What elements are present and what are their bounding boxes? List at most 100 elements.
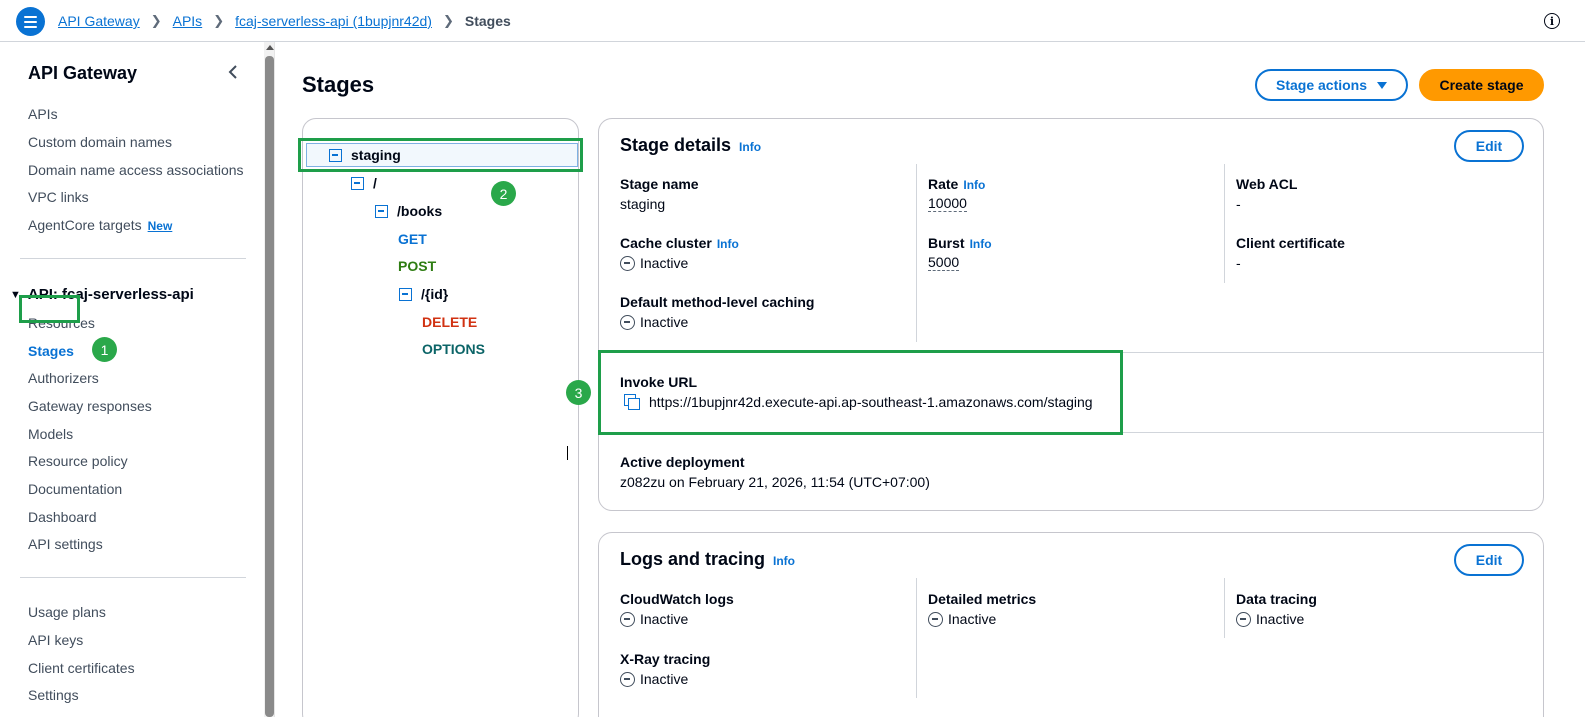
- label-text: Cache cluster: [620, 235, 712, 251]
- status-text: Inactive: [640, 671, 689, 687]
- tree-method-delete[interactable]: DELETE: [422, 314, 477, 330]
- column-divider: [916, 578, 917, 698]
- breadcrumb-api-gateway[interactable]: API Gateway: [58, 13, 140, 29]
- cache-cluster-label: Cache cluster Info: [620, 235, 739, 251]
- sidebar-item-stages[interactable]: Stages: [28, 343, 74, 359]
- sidebar-item-domain-name-access[interactable]: Domain name access associations: [28, 162, 244, 178]
- burst-value-text: 5000: [928, 254, 960, 271]
- sidebar-item-authorizers[interactable]: Authorizers: [28, 370, 99, 386]
- tree-item-label: /: [373, 175, 377, 191]
- breadcrumb-apis[interactable]: APIs: [173, 13, 203, 29]
- xray-tracing-label: X-Ray tracing: [620, 651, 711, 667]
- status-text: Inactive: [640, 255, 689, 271]
- tree-item-root[interactable]: /: [351, 175, 377, 191]
- edit-stage-button[interactable]: Edit: [1454, 130, 1524, 162]
- tree-item-books[interactable]: /books: [375, 203, 442, 219]
- top-navigation-bar: API Gateway ❯ APIs ❯ fcaj-serverless-api…: [0, 0, 1585, 42]
- sidebar-item-documentation[interactable]: Documentation: [28, 481, 122, 497]
- sidebar-item-agentcore-targets[interactable]: AgentCore targets New: [28, 217, 172, 233]
- menu-icon[interactable]: [16, 7, 45, 36]
- column-divider: [916, 164, 917, 342]
- sidebar-item-resource-policy[interactable]: Resource policy: [28, 453, 128, 469]
- default-caching-value: Inactive: [620, 314, 688, 330]
- status-inactive-icon: [620, 314, 635, 330]
- data-tracing-label: Data tracing: [1236, 591, 1317, 607]
- sidebar-item-api-keys[interactable]: API keys: [28, 632, 83, 648]
- sidebar-title: API Gateway: [28, 63, 138, 83]
- sidebar-item-vpc-links[interactable]: VPC links: [28, 189, 89, 205]
- sidebar-divider: [20, 258, 246, 259]
- rate-label: Rate Info: [928, 176, 985, 192]
- collapse-icon[interactable]: [375, 204, 388, 218]
- status-inactive-icon: [620, 611, 635, 627]
- edit-logs-button[interactable]: Edit: [1454, 544, 1524, 576]
- info-icon[interactable]: i: [1544, 13, 1560, 29]
- new-badge: New: [147, 219, 173, 233]
- collapse-icon[interactable]: [399, 287, 412, 301]
- info-link[interactable]: Info: [717, 237, 739, 251]
- tree-method-options[interactable]: OPTIONS: [422, 341, 485, 357]
- annotation-badge-1: 1: [92, 337, 117, 362]
- sidebar-item-settings[interactable]: Settings: [28, 687, 79, 703]
- collapse-icon[interactable]: [351, 176, 364, 190]
- rate-value: 10000: [928, 196, 967, 212]
- info-link[interactable]: Info: [739, 140, 761, 154]
- sidebar-item-client-certificates[interactable]: Client certificates: [28, 660, 135, 676]
- active-deployment-label: Active deployment: [620, 454, 745, 470]
- sidebar-item-apis[interactable]: APIs: [28, 106, 58, 122]
- status-text: Inactive: [1256, 611, 1305, 627]
- label-text: Burst: [928, 235, 965, 251]
- label-text: Rate: [928, 176, 959, 192]
- sidebar-item-custom-domain-names[interactable]: Custom domain names: [28, 134, 172, 150]
- highlight-box-stages: [19, 295, 80, 323]
- web-acl-value: -: [1236, 196, 1241, 212]
- text-cursor: [567, 446, 569, 460]
- column-divider: [1224, 578, 1225, 638]
- tree-item-label: /books: [397, 203, 443, 219]
- annotation-badge-3: 3: [566, 380, 591, 405]
- sidebar-item-usage-plans[interactable]: Usage plans: [28, 604, 106, 620]
- stage-name-label: Stage name: [620, 176, 699, 192]
- status-text: Inactive: [640, 611, 689, 627]
- tree-item-id[interactable]: /{id}: [399, 286, 448, 302]
- chevron-right-icon: ❯: [442, 13, 454, 28]
- sidebar-item-label: AgentCore targets: [28, 217, 142, 233]
- info-link[interactable]: Info: [970, 237, 992, 251]
- highlight-box-staging: [298, 138, 583, 172]
- stage-details-title: Stage details Info: [620, 135, 761, 156]
- collapse-sidebar-icon[interactable]: [226, 64, 240, 80]
- status-inactive-icon: [1236, 611, 1251, 627]
- sidebar-item-api-settings[interactable]: API settings: [28, 536, 103, 552]
- info-link[interactable]: Info: [773, 554, 795, 568]
- status-text: Inactive: [948, 611, 997, 627]
- column-divider: [1224, 164, 1225, 283]
- stage-actions-button[interactable]: Stage actions: [1255, 69, 1408, 101]
- create-stage-button[interactable]: Create stage: [1419, 69, 1544, 101]
- annotation-badge-2: 2: [491, 181, 516, 206]
- client-certificate-value: -: [1236, 255, 1241, 271]
- tree-method-get[interactable]: GET: [398, 231, 427, 247]
- rate-value-text: 10000: [928, 195, 967, 212]
- logs-tracing-title: Logs and tracing Info: [620, 549, 795, 570]
- scrollbar-thumb[interactable]: [265, 56, 274, 717]
- status-inactive-icon: [620, 671, 635, 687]
- scroll-up-icon[interactable]: [266, 45, 274, 50]
- xray-tracing-value: Inactive: [620, 671, 688, 687]
- card-title-text: Logs and tracing: [620, 549, 766, 569]
- sidebar-scrollbar[interactable]: [264, 42, 275, 717]
- breadcrumb-api[interactable]: fcaj-serverless-api (1bupjnr42d): [235, 13, 432, 29]
- data-tracing-value: Inactive: [1236, 611, 1304, 627]
- sidebar-item-gateway-responses[interactable]: Gateway responses: [28, 398, 152, 414]
- sidebar-item-dashboard[interactable]: Dashboard: [28, 509, 97, 525]
- tree-method-post[interactable]: POST: [398, 258, 436, 274]
- breadcrumb-current: Stages: [464, 13, 511, 29]
- info-link[interactable]: Info: [963, 178, 985, 192]
- status-inactive-icon: [928, 611, 943, 627]
- stage-name-value: staging: [620, 196, 666, 212]
- cloudwatch-logs-label: CloudWatch logs: [620, 591, 734, 607]
- highlight-box-invoke-url: [598, 350, 1123, 435]
- status-inactive-icon: [620, 255, 635, 271]
- sidebar: API Gateway APIs Custom domain names Dom…: [0, 42, 263, 717]
- sidebar-item-models[interactable]: Models: [28, 426, 73, 442]
- active-deployment-value: z082zu on February 21, 2026, 11:54 (UTC+…: [620, 474, 930, 490]
